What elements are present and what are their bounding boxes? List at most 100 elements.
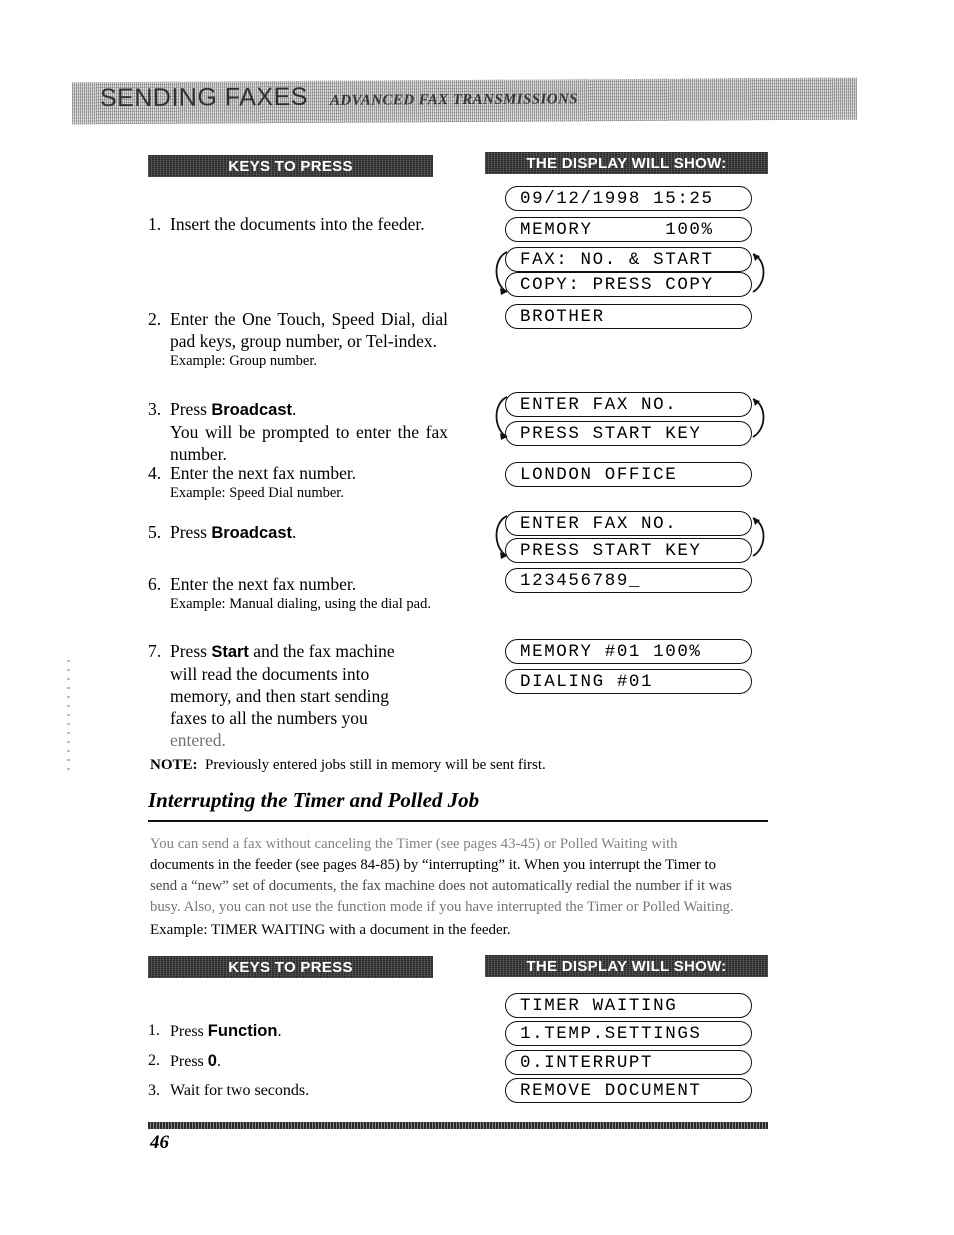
interrupt-step-2-key: 0	[207, 1052, 217, 1070]
step-3-key: Broadcast	[211, 401, 293, 419]
lcd-press-start-key-1-text: PRESS START KEY	[520, 423, 702, 444]
step-1-text: Insert the documents into the feeder.	[170, 214, 425, 234]
step-7-cont-3: faxes to all the numbers you	[170, 707, 368, 728]
page-header-title: SENDING FAXES	[99, 82, 309, 113]
section-example: Example: TIMER WAITING with a document i…	[150, 922, 511, 938]
step-2: 2. Enter the One Touch, Speed Dial, dial…	[148, 308, 448, 370]
interrupt-step-1-number: 1.	[148, 1022, 160, 1039]
lcd-interrupt: 0.INTERRUPT	[505, 1050, 752, 1075]
lcd-london-office-text: LONDON OFFICE	[520, 464, 678, 485]
lcd-memory-text: MEMORY 100%	[520, 219, 714, 240]
lcd-memory: MEMORY 100%	[505, 217, 752, 242]
interrupt-step-2-lead: Press	[170, 1053, 208, 1070]
interrupt-step-2-text: Press 0.	[170, 1051, 448, 1072]
display-will-show-header-1: THE DISPLAY WILL SHOW:	[485, 152, 768, 174]
interrupt-step-1: 1. Press Function.	[148, 1021, 448, 1042]
lcd-interrupt-text: 0.INTERRUPT	[520, 1052, 654, 1073]
lcd-memory-01: MEMORY #01 100%	[505, 639, 752, 664]
lcd-press-start-key-2-text: PRESS START KEY	[520, 540, 702, 561]
note-line: NOTE: Previously entered jobs still in m…	[150, 757, 546, 774]
step-5: 5. Press Broadcast.	[148, 521, 448, 544]
lcd-copy-press-text: COPY: PRESS COPY	[520, 274, 714, 295]
footer-rule	[148, 1122, 768, 1129]
interrupt-step-3: 3. Wait for two seconds.	[148, 1081, 448, 1101]
interrupt-step-1-lead: Press	[170, 1023, 208, 1040]
lcd-press-start-key-2: PRESS START KEY	[505, 538, 752, 563]
lcd-brother: BROTHER	[505, 304, 752, 329]
step-3-text: Press Broadcast.	[170, 398, 448, 421]
step-5-text: Press Broadcast.	[170, 521, 448, 544]
step-3-number: 3.	[148, 399, 162, 419]
display-will-show-label-2: THE DISPLAY WILL SHOW:	[526, 957, 727, 975]
interrupt-step-2-tail: .	[216, 1053, 221, 1070]
keys-to-press-label-2: KEYS TO PRESS	[228, 958, 353, 976]
interrupt-step-1-text: Press Function.	[170, 1021, 448, 1042]
scan-artifact	[67, 660, 70, 770]
step-6-number: 6.	[148, 574, 162, 594]
interrupt-step-1-key: Function	[207, 1022, 278, 1040]
step-3-detail: You will be prompted to enter the fax nu…	[170, 421, 448, 464]
lcd-fax-number-entry: 123456789_	[505, 568, 752, 593]
step-2-example: Example: Group number.	[170, 353, 317, 370]
step-5-tail: .	[292, 522, 297, 542]
step-5-key: Broadcast	[211, 524, 293, 542]
lcd-enter-fax-no-2: ENTER FAX NO.	[505, 511, 752, 536]
lcd-remove-document-text: REMOVE DOCUMENT	[520, 1080, 702, 1101]
lcd-enter-fax-no-2-text: ENTER FAX NO.	[520, 513, 678, 534]
step-2-text: Enter the One Touch, Speed Dial, dial pa…	[170, 309, 448, 352]
lcd-temp-settings-text: 1.TEMP.SETTINGS	[520, 1023, 702, 1044]
paragraph-line-4: busy. Also, you can not use the function…	[150, 899, 734, 915]
page-number: 46	[150, 1132, 169, 1153]
interrupt-step-2-number: 2.	[148, 1052, 160, 1069]
step-2-number: 2.	[148, 309, 162, 329]
page-header-subtitle: ADVANCED FAX TRANSMISSIONS	[329, 91, 578, 109]
lcd-press-start-key-1: PRESS START KEY	[505, 421, 752, 446]
paragraph-line-2: documents in the feeder (see pages 84-85…	[150, 857, 716, 873]
step-7-number: 7.	[148, 641, 162, 661]
keys-to-press-header-1: KEYS TO PRESS	[148, 155, 433, 177]
lcd-datetime-text: 09/12/1998 15:25	[520, 188, 714, 209]
section-paragraph: You can send a fax without canceling the…	[150, 834, 768, 918]
interrupt-step-3-number: 3.	[148, 1082, 160, 1099]
note-text: Previously entered jobs still in memory …	[205, 757, 546, 773]
step-4-text: Enter the next fax number.	[170, 463, 357, 483]
step-7: 7. Press Start and the fax machine will …	[148, 640, 448, 751]
interrupt-step-2: 2. Press 0.	[148, 1051, 448, 1072]
lcd-enter-fax-no-1-text: ENTER FAX NO.	[520, 394, 678, 415]
step-7-text: Press Start and the fax machine	[170, 640, 448, 663]
display-will-show-header-2: THE DISPLAY WILL SHOW:	[485, 955, 768, 977]
interrupt-step-1-tail: .	[277, 1023, 282, 1040]
display-will-show-label-1: THE DISPLAY WILL SHOW:	[526, 154, 727, 172]
lcd-dialing-01-text: DIALING #01	[520, 671, 654, 692]
step-4-number: 4.	[148, 463, 162, 483]
step-5-number: 5.	[148, 522, 162, 542]
lcd-remove-document: REMOVE DOCUMENT	[505, 1078, 752, 1103]
step-7-cont-2: memory, and then start sending	[170, 685, 390, 706]
step-7-cont-1: will read the documents into	[170, 663, 370, 684]
step-3-tail: .	[292, 399, 297, 419]
lcd-memory-01-text: MEMORY #01 100%	[520, 641, 702, 662]
step-1: 1. Insert the documents into the feeder.	[148, 213, 448, 235]
step-1-number: 1.	[148, 214, 162, 234]
lcd-enter-fax-no-1: ENTER FAX NO.	[505, 392, 752, 417]
lcd-brother-text: BROTHER	[520, 306, 605, 327]
section-heading-rule	[148, 820, 768, 822]
lcd-copy-press: COPY: PRESS COPY	[505, 272, 752, 297]
lcd-timer-waiting-text: TIMER WAITING	[520, 995, 678, 1016]
step-7-key: Start	[211, 643, 249, 661]
lcd-london-office: LONDON OFFICE	[505, 462, 752, 487]
note-label: NOTE:	[150, 757, 198, 773]
step-7-tail: and the fax machine	[248, 641, 395, 661]
lcd-fax-number-entry-text: 123456789_	[520, 570, 642, 591]
step-6-text: Enter the next fax number.	[170, 574, 357, 594]
page-header-band: SENDING FAXES ADVANCED FAX TRANSMISSIONS	[71, 77, 858, 125]
lcd-datetime: 09/12/1998 15:25	[505, 186, 752, 211]
lcd-timer-waiting: TIMER WAITING	[505, 993, 752, 1018]
step-4-example: Example: Speed Dial number.	[170, 485, 344, 502]
step-4: 4. Enter the next fax number. Example: S…	[148, 462, 448, 502]
lcd-dialing-01: DIALING #01	[505, 669, 752, 694]
lcd-temp-settings: 1.TEMP.SETTINGS	[505, 1021, 752, 1046]
step-7-lead: Press	[170, 641, 212, 661]
keys-to-press-label-1: KEYS TO PRESS	[228, 157, 353, 175]
step-3: 3. Press Broadcast. You will be prompted…	[148, 398, 448, 465]
